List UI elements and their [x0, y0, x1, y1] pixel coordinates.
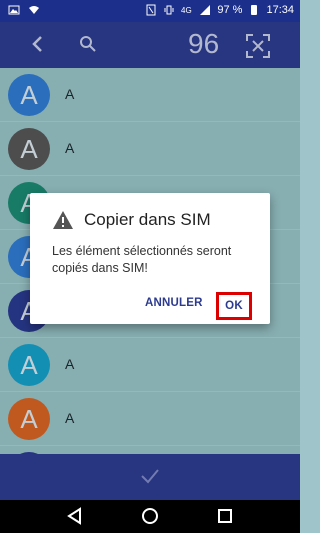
- image-icon: [8, 5, 20, 15]
- warning-icon: [53, 211, 73, 229]
- clock: 17:34: [266, 4, 294, 16]
- battery-icon: [251, 5, 258, 15]
- dialog-title: Copier dans SIM: [52, 210, 211, 230]
- battery-percent: 97 %: [217, 4, 243, 16]
- dialog-title-text: Copier dans SIM: [84, 210, 211, 229]
- signal-icon: [200, 5, 211, 15]
- ok-button[interactable]: OK: [216, 292, 252, 320]
- cancel-button[interactable]: ANNULER: [145, 297, 203, 309]
- vibrate-icon: [164, 5, 174, 15]
- back-icon[interactable]: [65, 506, 85, 526]
- nfc-icon: [146, 4, 156, 16]
- recents-icon[interactable]: [215, 506, 235, 526]
- navigation-bar: [0, 500, 300, 533]
- dialog-message: Les élément sélectionnés seront copiés d…: [52, 244, 232, 275]
- svg-text:4G: 4G: [181, 6, 192, 15]
- status-bar: 4G 97 % 17:34: [0, 0, 300, 22]
- home-icon[interactable]: [140, 506, 160, 526]
- copy-to-sim-dialog: Copier dans SIM Les élément sélectionnés…: [30, 193, 270, 324]
- wifi-icon: [29, 6, 39, 14]
- 4g-icon: 4G: [181, 6, 192, 15]
